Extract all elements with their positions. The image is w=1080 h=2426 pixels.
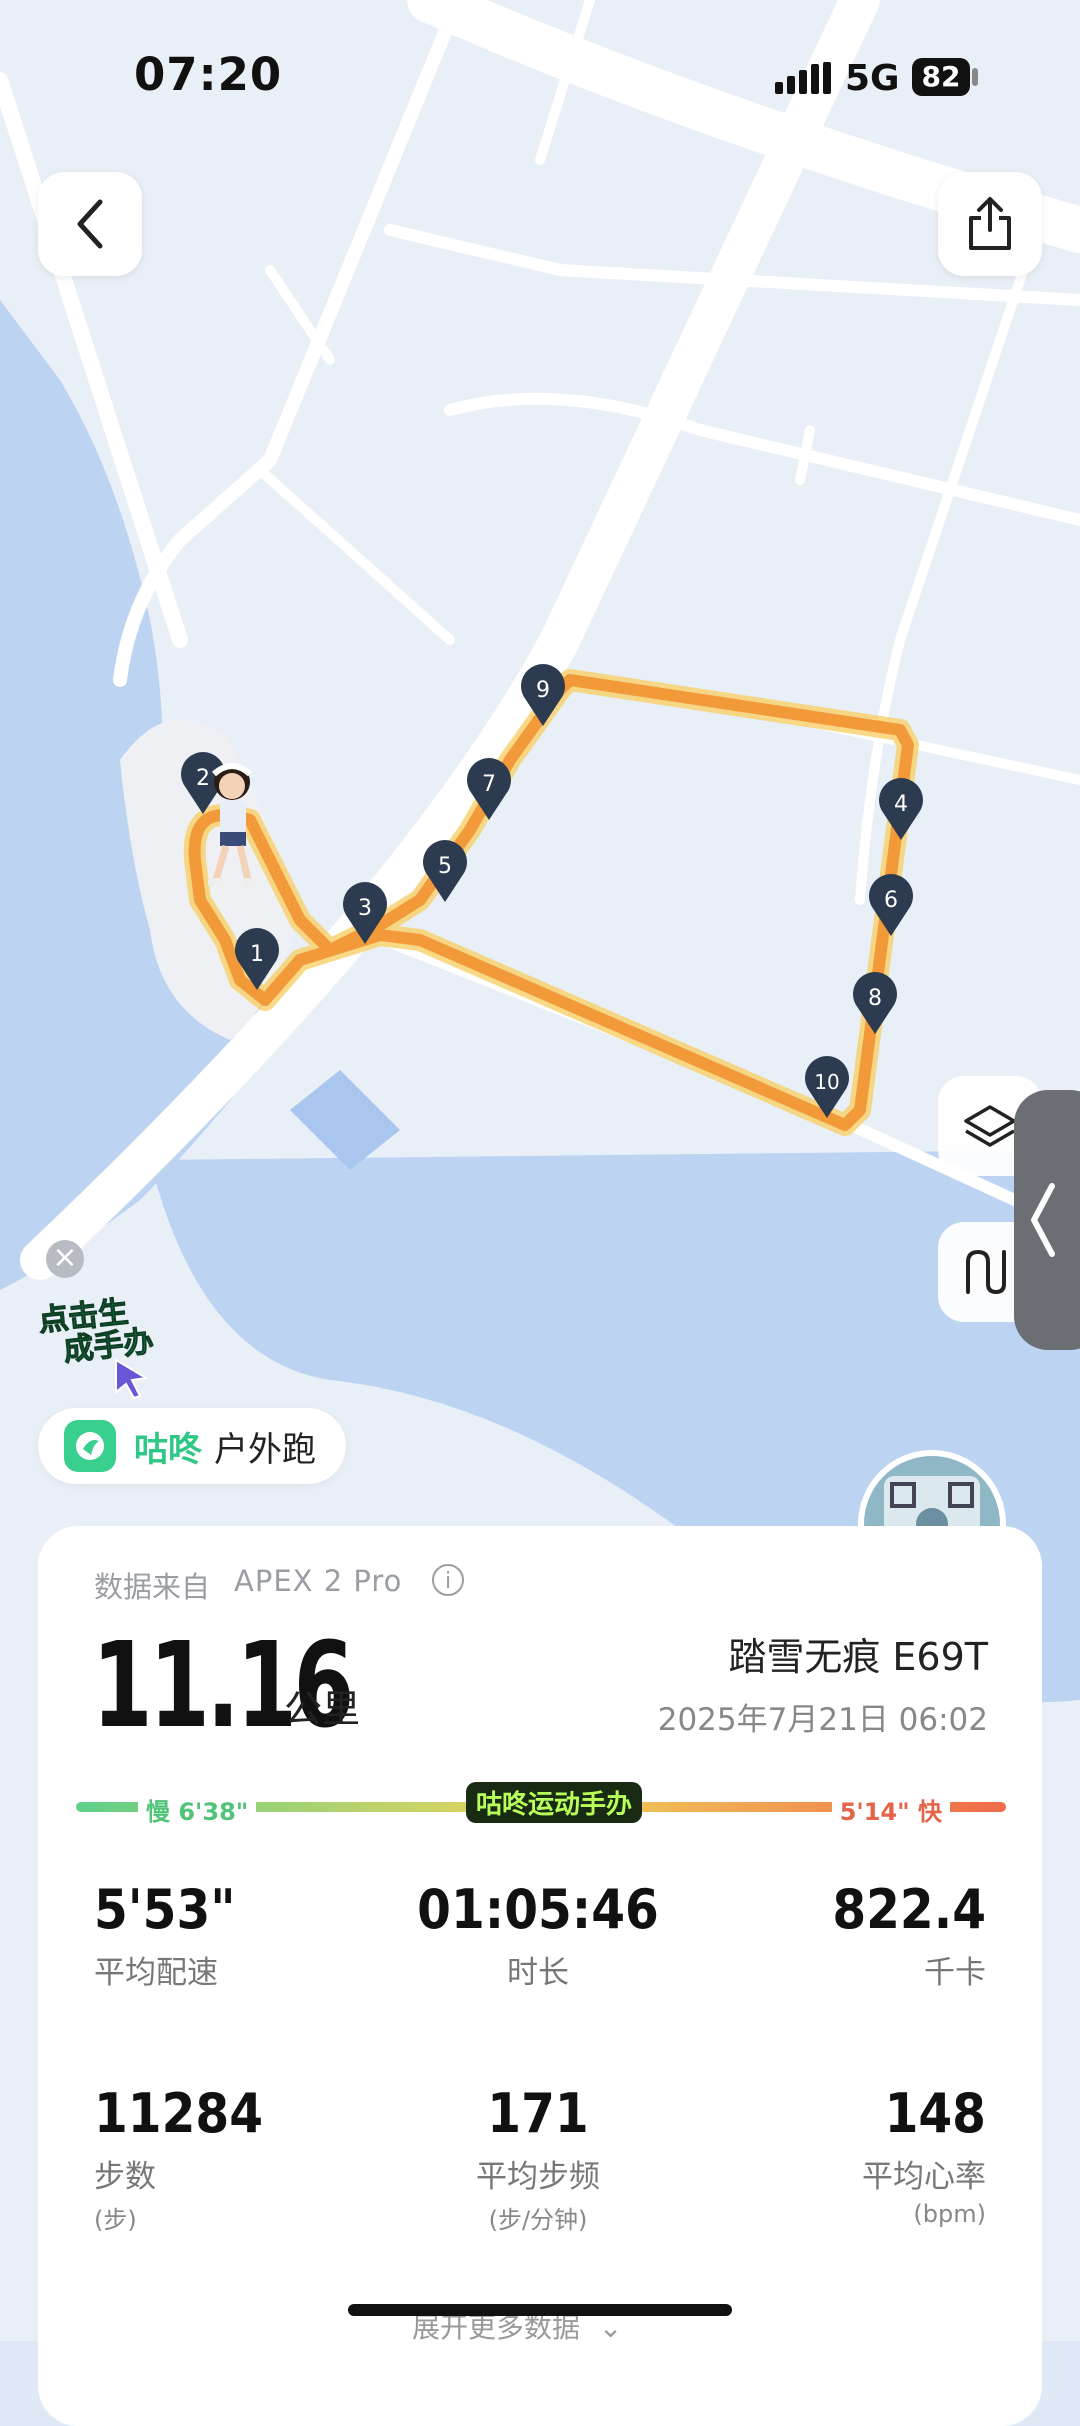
stat-heart-rate: 148 平均心率 (bpm) [862, 2082, 986, 2228]
stat-duration: 01:05:46 时长 [328, 1878, 748, 1992]
stat-value: 01:05:46 [417, 1878, 659, 1941]
layers-icon [964, 1105, 1016, 1147]
run-datetime: 2025年7月21日 06:02 [657, 1702, 988, 1738]
route-icon [966, 1249, 1006, 1295]
stat-label: 千卡 [924, 1955, 986, 1991]
stat-value: 5'53" [94, 1878, 236, 1941]
stat-label: 步数 [94, 2159, 156, 2195]
stat-label: 平均心率 [862, 2159, 986, 2195]
stat-unit: (步/分钟) [488, 2206, 588, 2234]
chevron-left-icon [1031, 1183, 1055, 1257]
codoon-logo-icon [64, 1420, 116, 1472]
back-arrow-icon [77, 199, 103, 249]
stat-steps: 11284 步数 (步) [94, 2082, 263, 2235]
battery-tip [972, 68, 978, 86]
app-brand: 咕咚 [134, 1429, 202, 1470]
cursor-icon [115, 1358, 149, 1400]
shoe-name[interactable]: 踏雪无痕 E69T [728, 1626, 988, 1681]
figurine-badge[interactable]: 咕咚运动手办 [466, 1782, 643, 1823]
activity-type: 户外跑 [214, 1429, 316, 1470]
stat-cadence: 171 平均步频 (步/分钟) [328, 2082, 748, 2235]
runner-avatar [190, 756, 270, 896]
share-button[interactable] [938, 172, 1042, 276]
home-indicator[interactable] [348, 2304, 732, 2316]
stat-label: 平均步频 [476, 2159, 600, 2195]
stat-value: 822.4 [832, 1878, 986, 1941]
network-type: 5G [845, 58, 900, 99]
slowest-pace: 慢 6'38" [138, 1792, 257, 1827]
run-summary-card: 数据来自 APEX 2 Pro i 11.16 公里 踏雪无痕 E69T 202… [38, 1526, 1042, 2426]
stat-value: 11284 [94, 2082, 264, 2145]
stat-avg-pace: 5'53" 平均配速 [94, 1878, 236, 1992]
status-time: 07:20 [134, 48, 283, 101]
fastest-pace: 5'14" 快 [831, 1792, 950, 1827]
side-drawer-tab[interactable] [1014, 1090, 1080, 1350]
share-icon [969, 197, 1011, 250]
data-source-label: 数据来自 [94, 1570, 211, 1604]
distance-unit: 公里 [284, 1687, 361, 1731]
stat-value: 148 [884, 2082, 986, 2145]
signal-icon [775, 62, 831, 94]
stat-calories: 822.4 千卡 [832, 1878, 986, 1992]
stat-label: 时长 [507, 1955, 569, 1991]
stat-value: 171 [487, 2082, 589, 2145]
stat-unit: (步) [94, 2206, 137, 2234]
stat-label: 平均配速 [94, 1955, 218, 1991]
activity-type-pill: 咕咚 户外跑 [38, 1408, 346, 1484]
stat-unit: (bpm) [913, 2200, 986, 2228]
info-icon[interactable]: i [432, 1564, 464, 1596]
battery-icon: 82 [912, 58, 970, 96]
device-name: APEX 2 Pro [234, 1564, 403, 1598]
back-button[interactable] [38, 172, 142, 276]
promo-close-button[interactable]: × [46, 1240, 84, 1278]
